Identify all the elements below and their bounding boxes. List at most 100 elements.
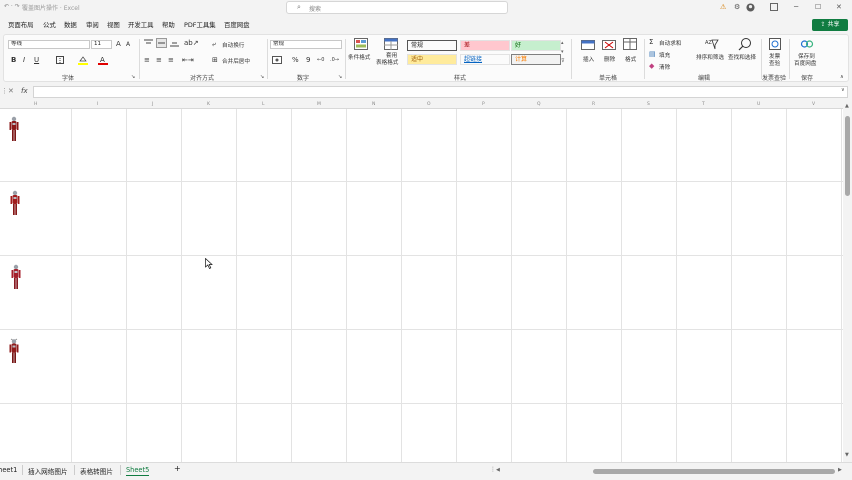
share-button[interactable]: ⇪ 共享 (812, 19, 848, 31)
orientation-icon[interactable]: ab↗ (184, 39, 199, 47)
column-header-r[interactable]: R (592, 102, 595, 107)
column-header-m[interactable]: M (317, 102, 321, 107)
sheet-tab-sheet5[interactable]: Sheet5 (126, 466, 150, 476)
horizontal-scroll-thumb[interactable] (593, 469, 835, 474)
vertical-scroll-thumb[interactable] (845, 116, 850, 196)
insert-cells-button[interactable]: 插入 (583, 55, 594, 63)
column-header-s[interactable]: S (647, 102, 650, 107)
align-right-icon[interactable]: ≡ (168, 56, 174, 64)
add-sheet-button[interactable]: + (174, 464, 181, 473)
scroll-left-icon[interactable]: ◀ (496, 467, 500, 473)
style-normal[interactable]: 常规 (407, 40, 457, 51)
autosum-button[interactable]: 自动求和 (659, 39, 681, 47)
minimize-icon[interactable]: ─ (794, 3, 798, 11)
tab-data[interactable]: 数据 (64, 20, 77, 29)
underline-button[interactable]: U (34, 56, 39, 64)
ribbon-display-icon[interactable] (770, 3, 778, 13)
indent-icon[interactable]: ⇤⇥ (182, 56, 194, 64)
fill-button[interactable]: 填充 (659, 51, 670, 59)
table-format-label-2[interactable]: 表格格式 (376, 58, 398, 66)
vertical-scrollbar[interactable]: ▲ ▼ (843, 102, 852, 462)
figure-image-1[interactable] (8, 116, 20, 142)
close-icon[interactable]: ✕ (836, 3, 842, 11)
expand-formula-icon[interactable]: ∨ (841, 87, 845, 93)
column-header-i[interactable]: I (97, 102, 98, 107)
alignment-dialog-launcher-icon[interactable]: ↘ (260, 73, 264, 81)
font-name-select[interactable]: 等线 (8, 40, 90, 49)
column-header-h[interactable]: H (34, 102, 37, 107)
column-header-v[interactable]: V (812, 102, 815, 107)
formula-input[interactable] (33, 86, 848, 98)
font-dialog-launcher-icon[interactable]: ↘ (131, 73, 135, 81)
column-header-t[interactable]: T (702, 102, 705, 107)
settings-icon[interactable]: ⚙ (734, 3, 740, 11)
tab-view[interactable]: 视图 (107, 20, 120, 29)
invoice-check-line2[interactable]: 查验 (769, 59, 780, 67)
decrease-decimal-icon[interactable]: .0→ (330, 56, 339, 64)
figure-image-3[interactable] (10, 264, 22, 290)
tab-formulas[interactable]: 公式 (43, 20, 56, 29)
column-header-u[interactable]: U (757, 102, 760, 107)
merge-center-button[interactable]: 合并后居中 (222, 57, 250, 65)
quick-access-icons[interactable]: ↶ · ↷ · (4, 3, 24, 10)
scroll-right-icon[interactable]: ▶ (838, 467, 842, 473)
styles-scroll-up-icon[interactable]: ▴ (561, 39, 564, 47)
sort-filter-button[interactable]: 排序和筛选 (696, 53, 724, 61)
grow-font-icon[interactable]: A (116, 40, 121, 48)
tab-baidu-netdisk[interactable]: 百度网盘 (224, 20, 250, 29)
style-bad[interactable]: 差 (460, 40, 510, 51)
tab-page-layout[interactable]: 页面布局 (8, 20, 34, 29)
maximize-icon[interactable]: ☐ (815, 3, 821, 11)
sheet-tab-insert-web-image[interactable]: 插入网络图片 (28, 466, 68, 476)
warning-icon[interactable]: ⚠ (720, 3, 726, 11)
align-middle-icon[interactable] (156, 38, 167, 50)
delete-cells-button[interactable]: 删除 (604, 55, 615, 63)
scroll-down-icon[interactable]: ▼ (845, 452, 849, 458)
font-color-icon[interactable]: A (98, 56, 108, 67)
border-icon[interactable] (56, 56, 64, 66)
save-baidu-line2[interactable]: 百度网盘 (794, 59, 816, 67)
column-header-n[interactable]: N (372, 102, 375, 107)
column-header-j[interactable]: J (152, 102, 153, 107)
tab-help[interactable]: 帮助 (162, 20, 175, 29)
currency-icon[interactable] (272, 56, 282, 66)
wrap-text-button[interactable]: 自动换行 (222, 41, 244, 49)
align-bottom-icon[interactable] (170, 39, 179, 49)
tab-review[interactable]: 审阅 (86, 20, 99, 29)
align-top-icon[interactable] (144, 39, 153, 49)
comma-style-button[interactable]: 9 (306, 56, 310, 64)
style-good[interactable]: 好 (511, 40, 561, 51)
italic-button[interactable]: I (23, 56, 25, 64)
style-calculation[interactable]: 计算 (511, 54, 561, 65)
sheet-tab-sheet1[interactable]: Sheet1 (0, 466, 17, 474)
format-cells-button[interactable]: 格式 (625, 55, 636, 63)
figure-image-2[interactable] (9, 190, 21, 216)
bold-button[interactable]: B (11, 56, 16, 64)
increase-decimal-icon[interactable]: ←0 (317, 56, 324, 64)
account-avatar[interactable] (746, 3, 755, 14)
percent-button[interactable]: % (292, 56, 299, 64)
shrink-font-icon[interactable]: A (126, 41, 130, 49)
align-left-icon[interactable]: ≡ (144, 56, 150, 64)
name-box-dropdown-icon[interactable]: ⋮ (1, 87, 8, 95)
clear-button[interactable]: 清除 (659, 63, 670, 71)
find-select-button[interactable]: 查找和选择 (728, 53, 756, 61)
tab-pdf-tools[interactable]: PDF工具集 (184, 20, 216, 29)
column-header-k[interactable]: K (207, 102, 210, 107)
insert-function-button[interactable]: fx (21, 87, 28, 95)
font-size-select[interactable]: 11 (91, 40, 112, 49)
fill-color-icon[interactable] (78, 56, 88, 67)
sheet-tab-table-to-image[interactable]: 表格转图片 (80, 466, 113, 476)
figure-image-4[interactable] (8, 338, 20, 364)
number-dialog-launcher-icon[interactable]: ↘ (338, 73, 342, 81)
style-neutral[interactable]: 适中 (407, 54, 457, 65)
scroll-up-icon[interactable]: ▲ (845, 103, 849, 109)
cancel-entry-icon[interactable]: ✕ (8, 87, 14, 95)
tab-developer[interactable]: 开发工具 (128, 20, 154, 29)
column-header-p[interactable]: P (482, 102, 485, 107)
column-header-q[interactable]: Q (537, 102, 541, 107)
conditional-format-button[interactable]: 条件格式 (348, 53, 370, 61)
align-center-icon[interactable]: ≡ (156, 56, 162, 64)
worksheet-grid[interactable] (0, 109, 843, 462)
styles-more-icon[interactable]: ⊽ (561, 57, 565, 65)
